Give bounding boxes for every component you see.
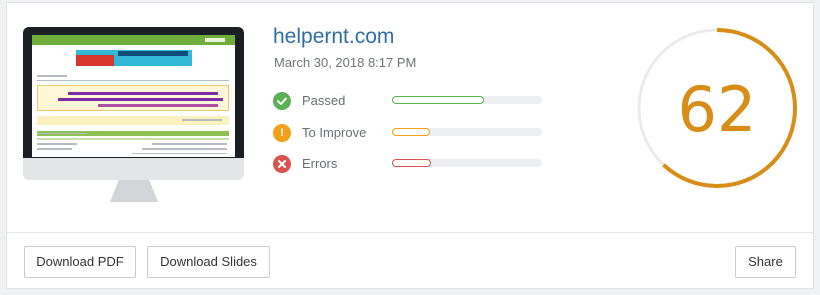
download-pdf-button[interactable]: Download PDF [24, 246, 136, 278]
website-preview-monitor [23, 27, 244, 205]
footer-divider [7, 232, 813, 233]
progress-bar [392, 128, 542, 136]
exclamation-icon: ! [273, 124, 291, 142]
screenshot-notice-box [37, 85, 229, 111]
download-slides-button[interactable]: Download Slides [147, 246, 270, 278]
cross-icon [273, 155, 291, 173]
score-gauge: 62 [637, 28, 797, 188]
progress-bar [392, 96, 542, 104]
monitor-bezel [23, 27, 244, 158]
share-button[interactable]: Share [735, 246, 796, 278]
report-card: helpernt.com March 30, 2018 8:17 PM Pass… [6, 2, 814, 289]
metric-label: Errors [302, 156, 338, 171]
report-date: March 30, 2018 8:17 PM [274, 55, 417, 70]
website-screenshot [32, 35, 235, 157]
progress-fill [392, 96, 484, 104]
check-icon [273, 92, 291, 110]
progress-fill [392, 159, 431, 167]
metric-label: To Improve [302, 125, 367, 140]
score-value: 62 [678, 73, 757, 146]
screenshot-header-bar [32, 35, 235, 45]
metric-to-improve: ! To Improve [273, 124, 553, 144]
progress-fill [392, 128, 430, 136]
monitor-stand [110, 180, 158, 202]
monitor-chin [23, 158, 244, 180]
metric-passed: Passed [273, 92, 553, 112]
progress-bar [392, 159, 542, 167]
site-title[interactable]: helpernt.com [273, 25, 394, 49]
metric-label: Passed [302, 93, 346, 108]
metric-errors: Errors [273, 155, 553, 175]
